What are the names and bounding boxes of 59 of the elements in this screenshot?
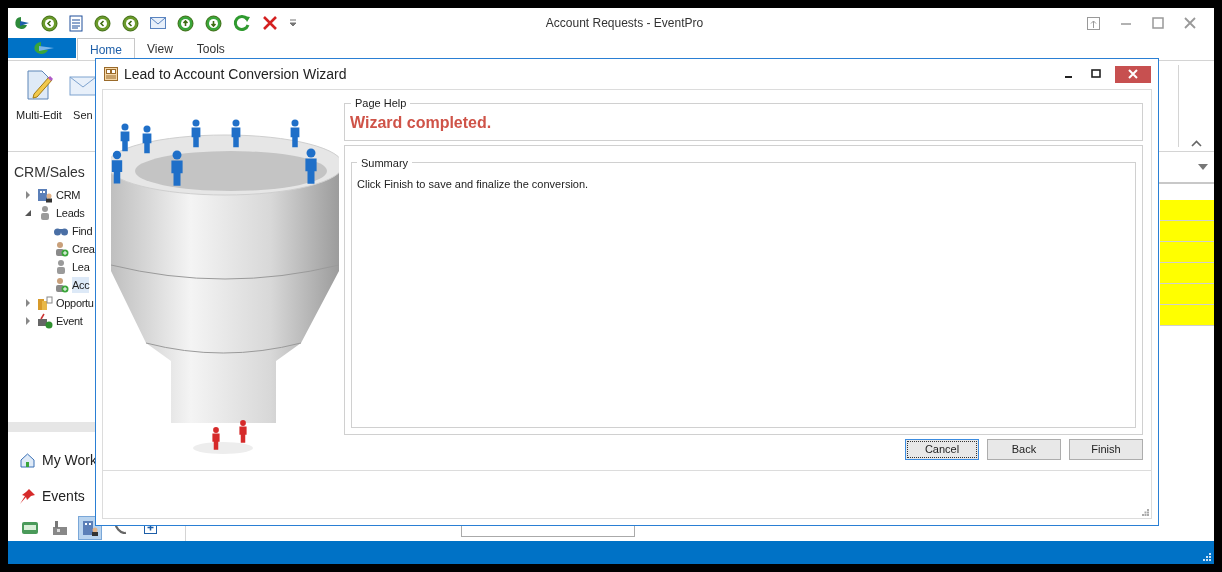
tree-item[interactable]: Leads <box>56 204 85 222</box>
ribbon-tab[interactable]: Tools <box>184 38 237 60</box>
navigation-section[interactable]: My Work <box>8 442 185 478</box>
pane-title: CRM/Sales <box>13 163 86 182</box>
delete-icon[interactable] <box>262 15 278 31</box>
document-icon[interactable] <box>69 14 83 32</box>
ribbon-tab[interactable]: View <box>135 38 185 60</box>
status-message: Wizard completed. <box>350 114 492 131</box>
group-label: Page Help <box>351 96 411 110</box>
collapse-ribbon-icon[interactable] <box>1191 140 1202 147</box>
building-person-icon <box>37 187 53 203</box>
ribbon-button[interactable]: Sen <box>67 69 98 151</box>
close-icon[interactable] <box>1184 17 1196 29</box>
ribbon-display-icon[interactable] <box>1087 16 1100 30</box>
group-label: Summary <box>357 156 413 170</box>
building-person-icon <box>81 518 99 537</box>
tree-item[interactable]: Opportu <box>56 294 94 312</box>
collapse-arrow-icon[interactable] <box>24 209 34 217</box>
table-row <box>1160 284 1214 305</box>
back-icon[interactable] <box>94 14 111 32</box>
back-icon[interactable] <box>41 14 58 32</box>
wizard-icon <box>104 67 118 81</box>
tree-item[interactable]: Find <box>72 222 93 240</box>
close-button[interactable] <box>1115 65 1151 83</box>
home-icon <box>19 451 36 469</box>
table-row <box>1160 305 1214 326</box>
ribbon-button[interactable]: Multi-Edit <box>16 69 62 151</box>
event-icon <box>37 313 53 329</box>
coins-icon <box>37 295 53 311</box>
tree-item[interactable]: Event <box>56 312 83 330</box>
dialog-button[interactable]: Back <box>987 439 1061 460</box>
tree-item[interactable]: Lea <box>72 258 90 276</box>
close-icon <box>1128 69 1138 79</box>
resize-grip-icon[interactable] <box>1203 553 1211 561</box>
window-title: Account Requests - EventPro <box>545 15 705 32</box>
dialog-button[interactable]: Finish <box>1069 439 1143 460</box>
dialog-title: Lead to Account Conversion Wizard <box>124 64 347 84</box>
refresh-icon[interactable] <box>233 14 251 32</box>
person-add-icon <box>53 241 69 257</box>
resize-grip-icon[interactable] <box>1142 509 1149 516</box>
table-row <box>1160 263 1214 284</box>
dialog-button[interactable]: Cancel <box>905 439 979 460</box>
maximize-icon[interactable] <box>1091 69 1101 79</box>
table-row <box>1160 242 1214 263</box>
tree-item[interactable]: Acc <box>72 276 90 294</box>
dropdown-caret-icon[interactable] <box>1198 164 1208 170</box>
navigation-section[interactable]: Events <box>8 478 185 514</box>
table-row <box>1160 200 1214 221</box>
customize-caret-icon[interactable] <box>289 19 297 27</box>
person-add-icon <box>53 277 69 293</box>
app-logo-icon[interactable] <box>12 16 30 30</box>
ribbon-tab[interactable]: Home <box>77 38 135 60</box>
table-row <box>1160 221 1214 242</box>
tree-item[interactable]: Crea <box>72 240 95 258</box>
factory-icon <box>51 518 69 537</box>
mail-icon[interactable] <box>150 17 166 29</box>
back-icon[interactable] <box>122 14 139 32</box>
tree-item[interactable]: CRM <box>56 186 81 204</box>
summary-text: Click Finish to save and finalize the conversion. <box>357 178 589 190</box>
